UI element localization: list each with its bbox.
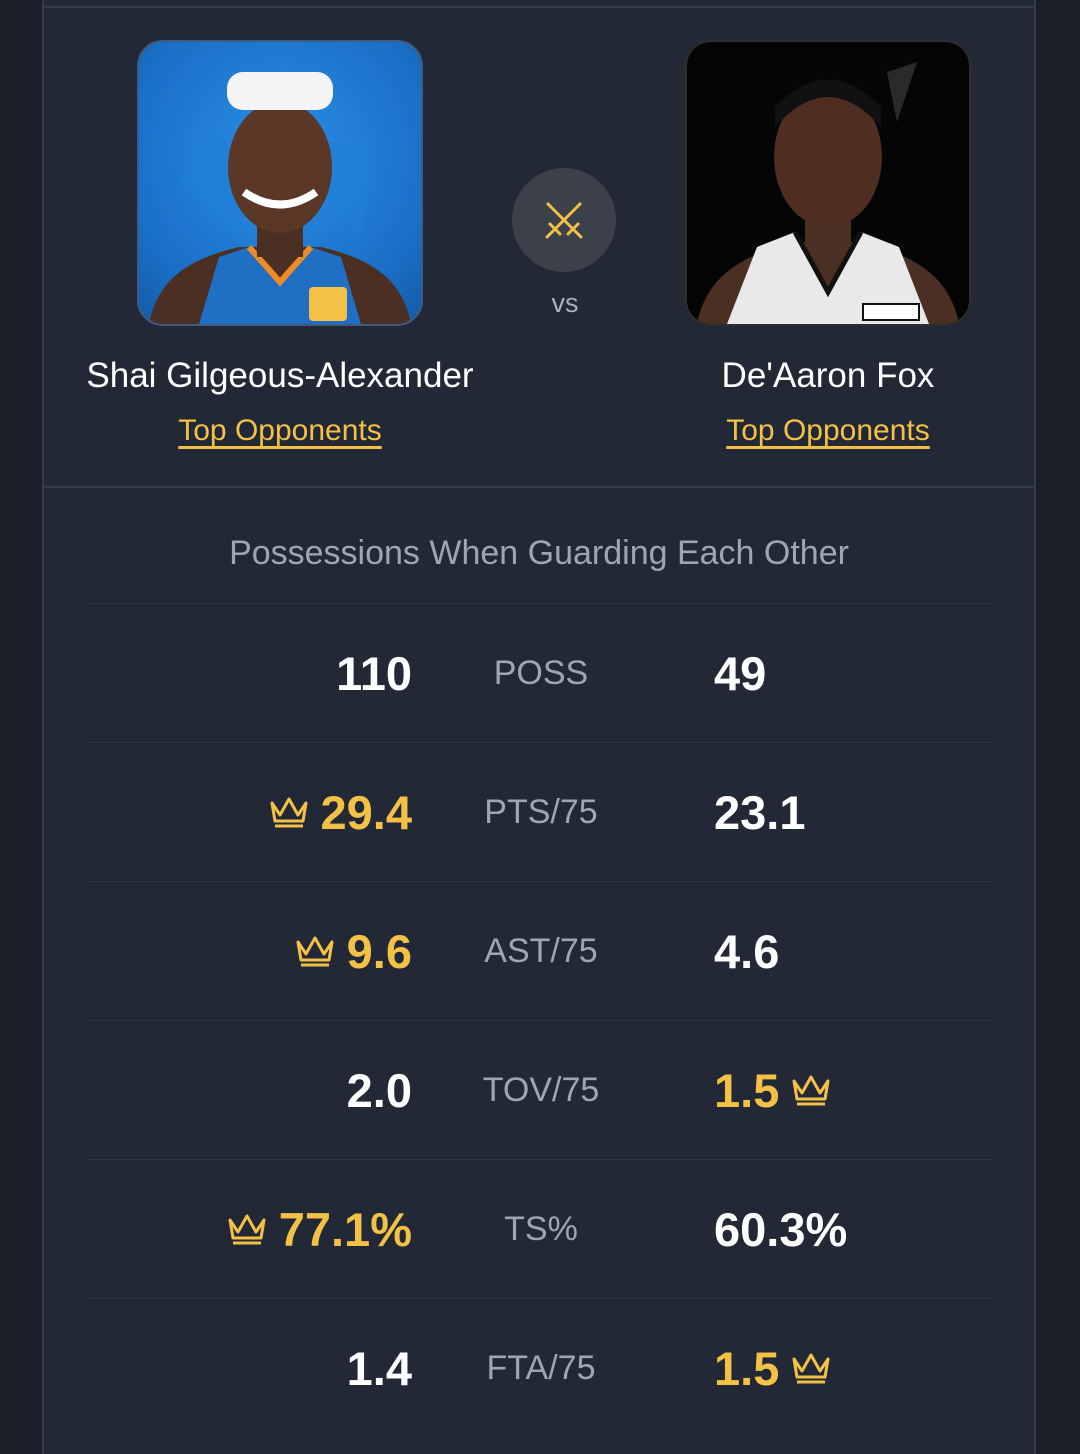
player-left-top-opponents-link[interactable]: Top Opponents xyxy=(178,414,381,448)
crown-icon xyxy=(792,1075,830,1106)
right-value-text: 1.5 xyxy=(714,1063,780,1117)
right-value: 4.6 xyxy=(714,882,779,1020)
stat-row-ts: 77.1% TS% 60.3% xyxy=(88,1159,994,1298)
stat-label: PTS/75 xyxy=(484,792,598,831)
stat-label: AST/75 xyxy=(484,931,598,970)
right-value-text: 1.5 xyxy=(714,1341,780,1395)
top-divider xyxy=(44,6,1034,8)
stat-label: FTA/75 xyxy=(486,1348,596,1387)
left-value: 29.4 xyxy=(269,743,412,881)
stat-label: POSS xyxy=(493,653,589,692)
player-right-photo[interactable] xyxy=(685,40,971,326)
versus-label: vs xyxy=(551,288,579,318)
player-right-portrait xyxy=(697,62,959,324)
right-value-text: 49 xyxy=(714,646,767,700)
player-left: Shai Gilgeous-Alexander Top Opponents xyxy=(70,40,490,448)
left-value-text: 77.1% xyxy=(278,1202,412,1256)
stat-row-poss: 110 POSS 49 xyxy=(88,603,994,742)
player-right-top-opponents-link[interactable]: Top Opponents xyxy=(726,414,929,448)
left-value: 110 xyxy=(336,604,412,742)
stat-label: TS% xyxy=(504,1209,578,1248)
right-value: 60.3% xyxy=(714,1160,847,1298)
left-value-text: 2.0 xyxy=(346,1063,412,1117)
player-left-photo[interactable] xyxy=(137,40,423,326)
right-value: 23.1 xyxy=(714,743,805,881)
left-value-text: 29.4 xyxy=(320,785,412,839)
versus-indicator: vs xyxy=(512,168,618,319)
left-value: 2.0 xyxy=(347,1021,412,1159)
left-value: 1.4 xyxy=(347,1299,412,1437)
stat-row-ast: 9.6 AST/75 4.6 xyxy=(88,881,994,1020)
section-title: Possessions When Guarding Each Other xyxy=(229,534,849,572)
right-value-text: 4.6 xyxy=(714,924,780,978)
player-left-portrait xyxy=(149,72,411,324)
stat-row-tov: 2.0 TOV/75 1.5 xyxy=(88,1020,994,1159)
crown-icon xyxy=(296,936,334,967)
left-value-text: 1.4 xyxy=(346,1341,412,1395)
right-value: 49 xyxy=(714,604,766,742)
crossed-swords-icon xyxy=(545,202,583,239)
matchup-card: Shai Gilgeous-Alexander Top Opponents vs xyxy=(42,0,1036,1454)
right-value: 1.5 xyxy=(714,1299,831,1437)
right-value-text: 23.1 xyxy=(714,785,806,839)
player-right: De'Aaron Fox Top Opponents xyxy=(618,40,1038,448)
stat-label: TOV/75 xyxy=(482,1070,600,1109)
left-value-text: 9.6 xyxy=(346,924,412,978)
right-value-text: 60.3% xyxy=(714,1202,848,1256)
versus-badge xyxy=(512,168,616,272)
crown-icon xyxy=(228,1214,266,1245)
stats-table: 110 POSS 49 29.4 PTS/75 23.1 9.6 AST/75 … xyxy=(88,603,994,1437)
stat-row-fta: 1.4 FTA/75 1.5 xyxy=(88,1298,994,1437)
left-value: 9.6 xyxy=(295,882,412,1020)
player-left-name: Shai Gilgeous-Alexander xyxy=(86,356,474,395)
player-right-name: De'Aaron Fox xyxy=(721,356,935,395)
section-divider xyxy=(44,486,1034,488)
left-value: 77.1% xyxy=(227,1160,412,1298)
left-value-text: 110 xyxy=(336,646,412,700)
stat-row-pts: 29.4 PTS/75 23.1 xyxy=(88,742,994,881)
crown-icon xyxy=(792,1353,830,1384)
crown-icon xyxy=(270,797,308,828)
right-value: 1.5 xyxy=(714,1021,831,1159)
